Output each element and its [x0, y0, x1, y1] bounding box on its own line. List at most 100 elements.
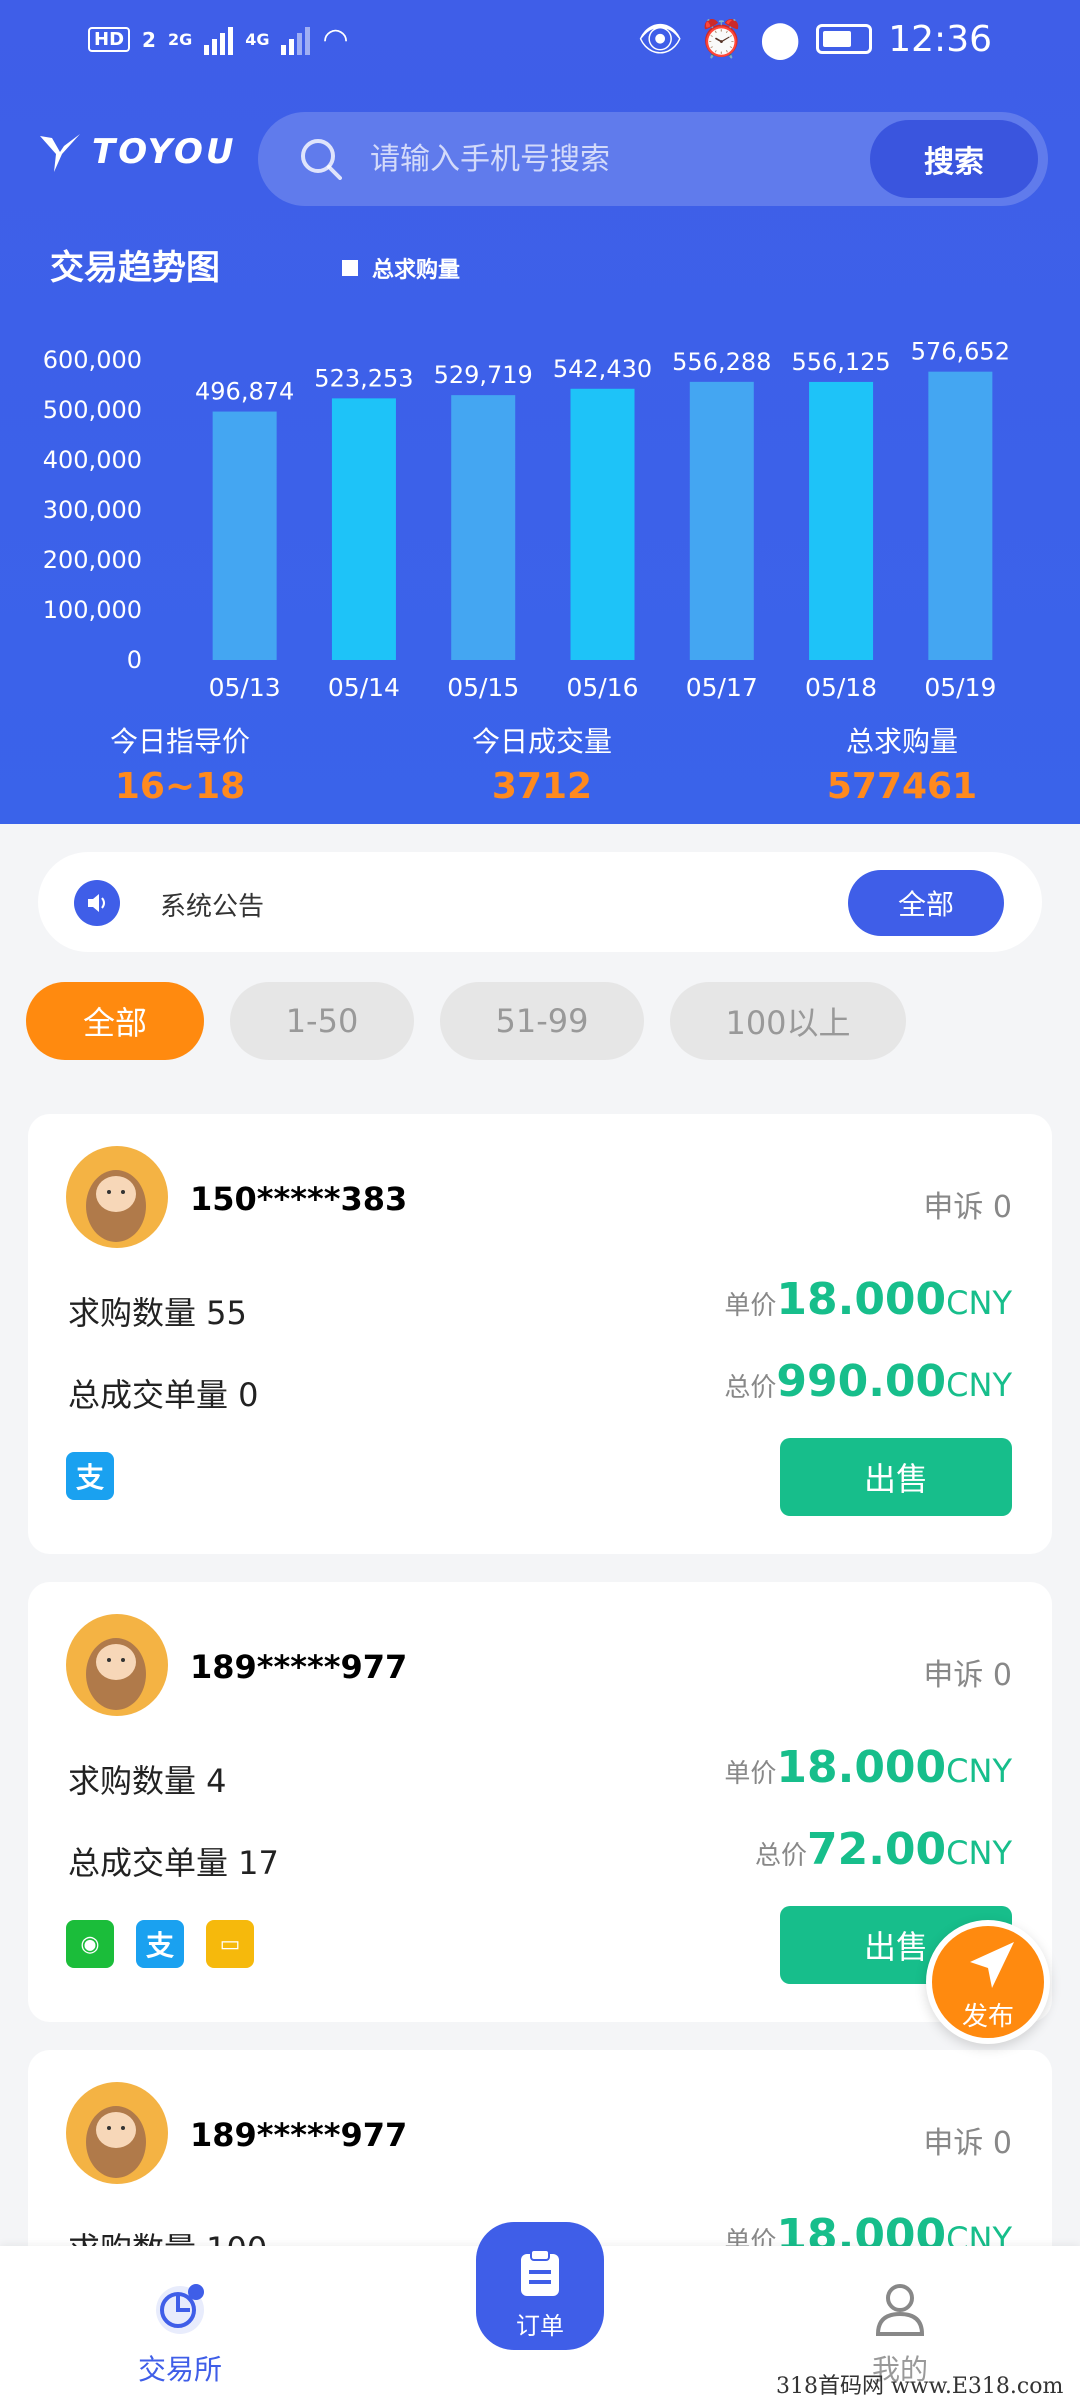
x-tick-label: 05/18: [805, 673, 877, 702]
publish-fab[interactable]: 发布: [926, 1920, 1050, 2044]
avatar: [66, 2082, 168, 2184]
filter-chip-1-50[interactable]: 1-50: [230, 982, 414, 1060]
alipay-icon: 支: [136, 1920, 184, 1968]
notice-all-button[interactable]: 全部: [848, 870, 1004, 936]
stat-total-demand: 总求购量 577461: [772, 720, 1032, 807]
signal-icon: [204, 25, 234, 55]
filter-chip-51-99[interactable]: 51-99: [440, 982, 644, 1060]
filter-chips: 全部 1-50 51-99 100以上: [26, 982, 906, 1060]
network-4g-label: 4G: [245, 30, 270, 49]
x-tick-label: 05/14: [328, 673, 400, 702]
eye-icon: 👁: [637, 19, 684, 60]
logo-mark-icon: [40, 134, 80, 172]
y-tick-label: 500,000: [43, 396, 142, 424]
currency: CNY: [946, 1366, 1012, 1404]
bar-05/19: [928, 371, 993, 660]
nav-orders-label: 订单: [516, 2312, 564, 2340]
location-icon: ⬤: [759, 18, 801, 60]
payment-methods: 支: [66, 1452, 114, 1500]
stat-today-volume: 今日成交量 3712: [412, 720, 672, 807]
speaker-icon: [74, 880, 120, 926]
y-tick-label: 400,000: [43, 446, 142, 474]
battery-icon: [816, 24, 873, 54]
header: HD 2 2G 4G ◠ 👁 ⏰ ⬤ 12:36 TOYOU 搜索 交易趋势图 …: [0, 0, 1080, 824]
stat-label: 今日指导价: [109, 725, 250, 758]
x-tick-label: 05/19: [924, 673, 996, 702]
notice-bar[interactable]: 系统公告 全部: [38, 852, 1042, 952]
sell-button[interactable]: 出售: [780, 1438, 1012, 1516]
stat-label: 总求购量: [845, 725, 958, 758]
trade-trend-chart: 600,000 500,000 400,000 300,000 200,000 100,0…: [43, 338, 1010, 702]
exchange-icon: [156, 2284, 204, 2334]
stat-value: 577461: [826, 766, 978, 807]
signal-icon: [281, 25, 311, 55]
bar-05/13: [212, 411, 277, 660]
purchase-quantity: 求购数量 55: [68, 1294, 247, 1332]
total-price-value: 990.00: [776, 1356, 947, 1407]
x-tick-label: 05/13: [209, 673, 281, 702]
bar-value-label: 556,125: [791, 348, 890, 376]
stat-label: 今日成交量: [471, 725, 612, 758]
clipboard-icon: [521, 2249, 559, 2296]
nav-orders[interactable]: 订单: [476, 2222, 604, 2350]
search-bar: 搜索: [258, 112, 1048, 206]
stat-value: 3712: [491, 766, 593, 807]
nav-exchange-label: 交易所: [137, 2353, 222, 2386]
wifi-icon: ◠: [322, 22, 349, 57]
bar-05/17: [689, 381, 754, 660]
total-deals: 总成交单量 0: [68, 1376, 259, 1414]
search-icon: [301, 139, 342, 180]
unit-price: 单价18.000CNY: [724, 1274, 1012, 1325]
unit-price-prefix: 单价: [724, 1291, 777, 1321]
total-price-value: 72.00: [806, 1824, 947, 1875]
logo-text: TOYOU: [92, 132, 237, 172]
payment-methods: ◉ 支 ▭: [66, 1920, 254, 1968]
bar-value-label: 556,288: [672, 348, 771, 376]
buyer-phone: 189*****977: [190, 2116, 408, 2154]
avatar: [66, 1146, 168, 1248]
y-tick-label: 200,000: [43, 546, 142, 574]
bar-05/18: [809, 381, 874, 660]
order-card[interactable]: 150*****383 申诉 0 求购数量 55 总成交单量 0 单价18.00…: [28, 1114, 1052, 1554]
nav-exchange[interactable]: 交易所: [80, 2276, 280, 2388]
bar-value-label: 523,253: [314, 364, 413, 392]
bar-value-label: 496,874: [195, 378, 294, 406]
filter-chip-all[interactable]: 全部: [26, 982, 204, 1060]
unit-price: 单价18.000CNY: [724, 1742, 1012, 1793]
chart-legend: 总求购量: [342, 252, 460, 284]
bar-05/15: [451, 395, 516, 660]
search-button[interactable]: 搜索: [870, 120, 1038, 198]
bank-card-icon: ▭: [206, 1920, 254, 1968]
status-bar: HD 2 2G 4G ◠ 👁 ⏰ ⬤ 12:36: [0, 0, 1080, 80]
currency: CNY: [946, 1284, 1012, 1322]
bar-05/16: [570, 388, 635, 660]
y-tick-label: 100,000: [43, 596, 142, 624]
currency: CNY: [946, 1834, 1012, 1872]
alipay-icon: 支: [66, 1452, 114, 1500]
appeal-link[interactable]: 申诉 0: [923, 2118, 1012, 2162]
appeal-link[interactable]: 申诉 0: [923, 1182, 1012, 1226]
network-2g-label: 2G: [167, 30, 193, 49]
buyer-phone: 189*****977: [190, 1648, 408, 1686]
hd-badge: HD: [88, 27, 131, 52]
bar-value-label: 576,652: [911, 338, 1010, 366]
chart-title: 交易趋势图: [50, 248, 220, 288]
currency: CNY: [946, 1752, 1012, 1790]
stat-value: 16~18: [114, 766, 246, 807]
legend-swatch: [342, 260, 358, 276]
unit-price-prefix: 单价: [724, 1759, 777, 1789]
send-icon: [970, 1942, 1014, 1988]
order-card[interactable]: 189*****977 申诉 0 求购数量 4 总成交单量 17 单价18.00…: [28, 1582, 1052, 2022]
app-logo[interactable]: TOYOU: [38, 130, 237, 174]
y-tick-label: 0: [127, 646, 142, 674]
notice-text: 系统公告: [160, 892, 265, 922]
search-input[interactable]: [370, 134, 770, 184]
appeal-link[interactable]: 申诉 0: [923, 1650, 1012, 1694]
x-tick-label: 05/16: [566, 673, 638, 702]
total-price: 总价72.00CNY: [755, 1824, 1012, 1875]
total-price-prefix: 总价: [754, 1841, 807, 1871]
filter-chip-100-plus[interactable]: 100以上: [670, 982, 906, 1060]
y-tick-label: 600,000: [43, 346, 142, 374]
total-deals: 总成交单量 17: [68, 1844, 279, 1882]
stats-row: 今日指导价 16~18 今日成交量 3712 总求购量 577461: [0, 720, 1080, 810]
